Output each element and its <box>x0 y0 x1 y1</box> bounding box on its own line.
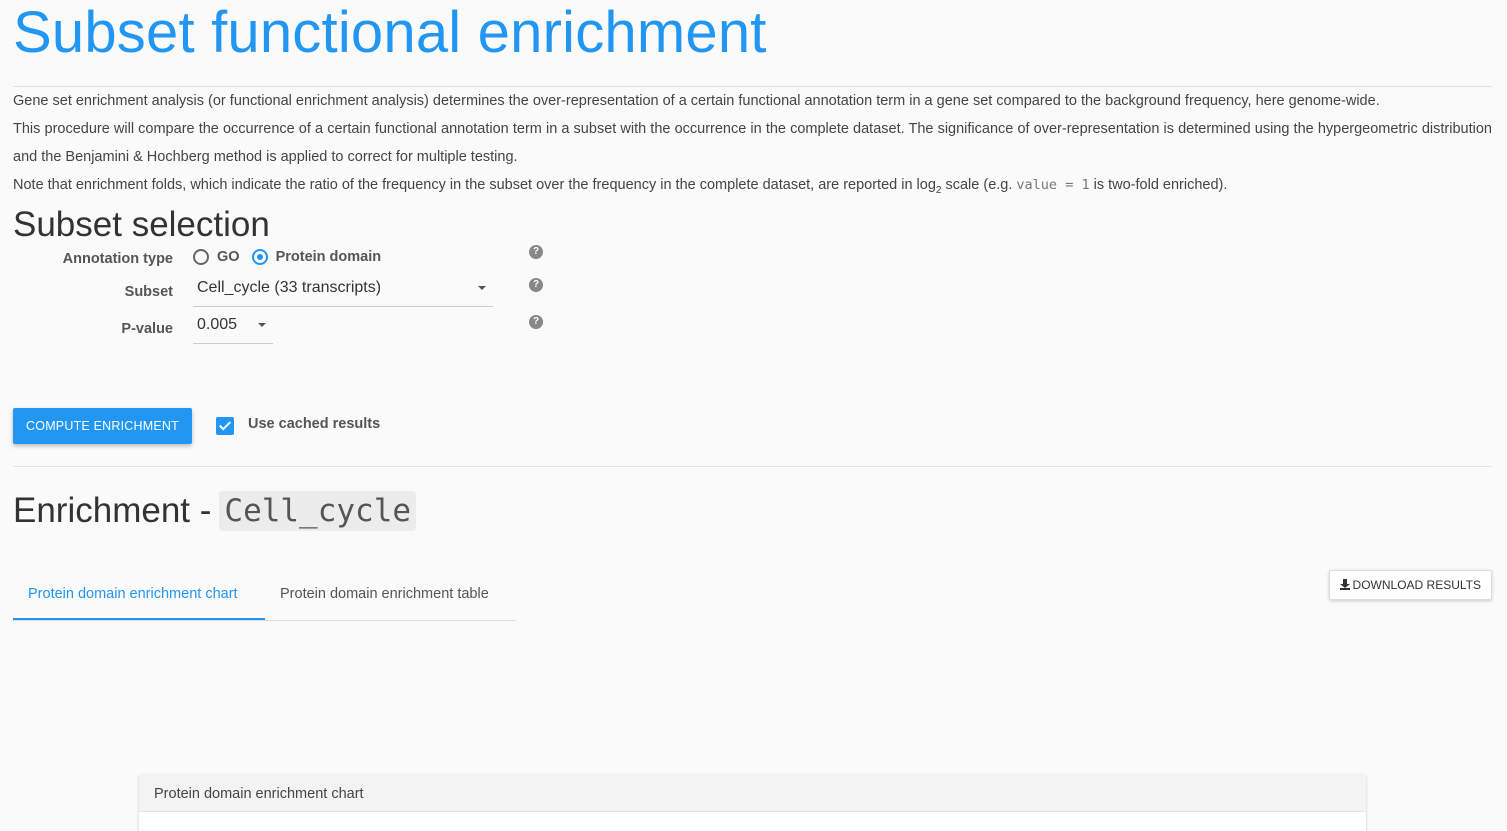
intro-p3-text-after: is two-fold enriched). <box>1089 177 1228 193</box>
enrichment-tabs: Protein domain enrichment chart Protein … <box>13 573 516 621</box>
help-icon[interactable]: ? <box>529 244 543 259</box>
example-code: value = 1 <box>1016 177 1090 193</box>
subset-select-value: Cell_cycle (33 transcripts) <box>197 278 382 296</box>
subset-selection-form: Annotation type GO Protein domain ? Subs… <box>13 244 1492 375</box>
tab-enrichment-chart[interactable]: Protein domain enrichment chart <box>13 573 265 620</box>
subset-select[interactable]: Cell_cycle (33 transcripts) <box>193 271 493 307</box>
pvalue-select-value: 0.005 <box>197 315 238 333</box>
enrichment-chart-panel: Protein domain enrichment chart <box>139 775 1366 831</box>
pvalue-select[interactable]: 0.005 <box>193 308 273 344</box>
subset-selection-heading: Subset selection <box>13 204 270 244</box>
radio-protein-domain[interactable] <box>251 248 268 265</box>
intro-paragraph-3: Note that enrichment folds, which indica… <box>13 171 1492 205</box>
page-title: Subset functional enrichment <box>13 0 767 65</box>
enrichment-heading-prefix: Enrichment - <box>13 490 212 530</box>
action-row: COMPUTE ENRICHMENT Use cached results <box>13 407 1492 466</box>
use-cached-label[interactable]: Use cached results <box>248 416 380 432</box>
chevron-down-icon <box>478 285 486 290</box>
intro-p3-text-before: Note that enrichment folds, which indica… <box>13 177 936 193</box>
page: Subset functional enrichment Gene set en… <box>0 0 1507 831</box>
tabs-row: Protein domain enrichment chart Protein … <box>13 569 1492 621</box>
enrichment-subset-code: Cell_cycle <box>219 490 417 531</box>
help-icon[interactable]: ? <box>529 314 543 329</box>
use-cached-checkbox[interactable] <box>216 416 234 435</box>
radio-protein-domain-label[interactable]: Protein domain <box>276 249 382 265</box>
download-results-button[interactable]: DOWNLOAD RESULTS <box>1328 569 1492 600</box>
tab-enrichment-table[interactable]: Protein domain enrichment table <box>265 573 504 620</box>
intro-paragraph-2: This procedure will compare the occurren… <box>13 121 1492 165</box>
download-icon <box>1339 579 1350 591</box>
annotation-type-label: Annotation type <box>62 250 173 267</box>
intro-p3-text-mid: scale (e.g. <box>941 177 1017 193</box>
intro-paragraph-1: Gene set enrichment analysis (or functio… <box>13 93 1380 109</box>
subset-label: Subset <box>124 283 173 300</box>
radio-go-label[interactable]: GO <box>217 249 240 265</box>
pvalue-label: P-value <box>121 320 173 337</box>
download-results-label: DOWNLOAD RESULTS <box>1352 577 1481 592</box>
compute-enrichment-button[interactable]: COMPUTE ENRICHMENT <box>13 407 192 444</box>
radio-go[interactable] <box>193 248 209 265</box>
chevron-down-icon <box>258 322 266 327</box>
panel-title: Protein domain enrichment chart <box>139 775 1366 812</box>
section-divider <box>13 465 1492 467</box>
help-icon[interactable]: ? <box>529 277 543 292</box>
enrichment-heading: Enrichment - Cell_cycle <box>13 489 1492 533</box>
annotation-type-radio-group: GO Protein domain <box>193 248 393 265</box>
